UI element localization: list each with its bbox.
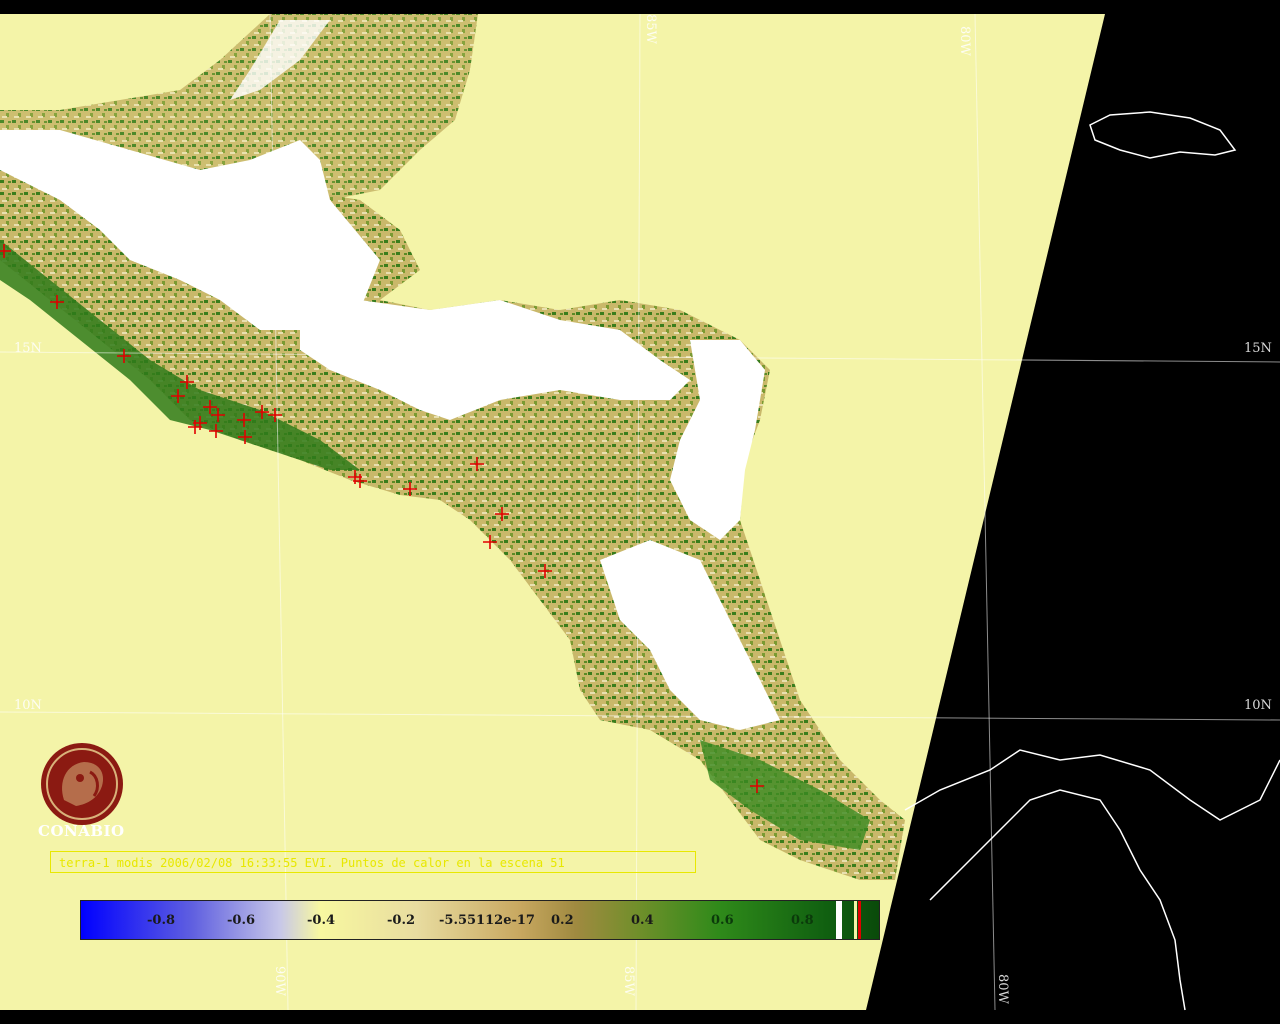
legend-cloud-swatch — [836, 901, 842, 939]
legend-tick: 0.2 — [551, 913, 574, 928]
lon-label-80w-top: 80W — [957, 26, 972, 56]
lat-label-10n-right: 10N — [1244, 698, 1272, 713]
lon-label-85w-bottom: 85W — [621, 966, 636, 996]
legend-tick: 0.4 — [631, 913, 654, 928]
evi-color-legend: -0.8 -0.6 -0.4 -0.2 -5.55112e-17 0.2 0.4… — [80, 900, 880, 940]
lat-label-15n-left: 15N — [14, 341, 42, 356]
legend-tick: 0.8 — [791, 913, 814, 928]
legend-hotspot-swatch — [858, 901, 861, 939]
legend-tick: 0.6 — [711, 913, 734, 928]
legend-tick: -0.6 — [227, 913, 256, 928]
legend-tick: -5.55112e-17 — [439, 913, 535, 928]
legend-tick: -0.8 — [147, 913, 176, 928]
lon-label-90w-bottom: 90W — [272, 966, 287, 996]
lat-label-10n-left: 10N — [14, 698, 42, 713]
legend-tick: -0.4 — [307, 913, 336, 928]
lon-label-85w-top: 85W — [643, 14, 658, 44]
legend-ocean-swatch — [854, 901, 857, 939]
legend-tick: -0.2 — [387, 913, 416, 928]
conabio-wordmark: CONABIO — [38, 822, 125, 840]
scene-caption: terra-1 modis 2006/02/08 16:33:55 EVI. P… — [50, 851, 696, 873]
lat-label-15n-right: 15N — [1244, 341, 1272, 356]
lon-label-80w-bottom: 80W — [995, 974, 1010, 1004]
